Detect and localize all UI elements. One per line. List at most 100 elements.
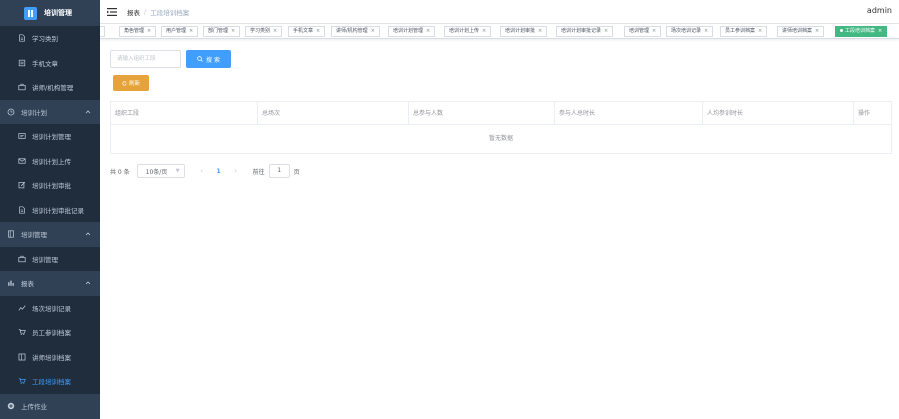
tab-9[interactable]: 培训计划审批 × [500, 26, 548, 37]
mail-icon [18, 157, 26, 165]
sidebar-item-12[interactable]: 员工参训档案 [0, 320, 100, 345]
sidebar-item-5[interactable]: 培训计划上传 [0, 148, 100, 173]
close-icon[interactable]: × [538, 28, 542, 34]
tags-view: 首页×角色管理×用户管理×部门管理×学习类别×手机文章×讲师/机构管理×培训计划… [100, 24, 899, 39]
sidebar-item-label: 员工参训档案 [32, 329, 71, 338]
tab-label: 工段培训档案 [845, 28, 876, 34]
goto-page-input[interactable]: 1 [268, 164, 290, 178]
tab-label: 部门管理 [208, 28, 229, 34]
close-icon[interactable]: × [231, 28, 235, 34]
app-root: 培训管理 学习类别 手机文章 讲师/机构管理 培训计划 培训计划管理 培训计划上传 培训计划… [0, 0, 899, 419]
doc-icon [18, 34, 26, 42]
sidebar-item-label: 场次培训记录 [32, 304, 71, 313]
sidebar-item-11[interactable]: 场次培训记录 [0, 295, 100, 320]
close-icon[interactable]: × [482, 28, 486, 34]
chevron-up-icon [85, 232, 91, 236]
tab-13[interactable]: 员工参训档案 × [720, 26, 768, 37]
refresh-button[interactable]: 刷新 [113, 75, 149, 91]
chevron-up-icon [85, 281, 91, 285]
page-size-select[interactable]: 10条/页 ▼ [136, 164, 185, 178]
briefcase-icon [18, 255, 26, 263]
column-header-section: 组织工段 [111, 102, 258, 125]
sidebar-item-label: 学习类别 [32, 35, 58, 44]
tab-10[interactable]: 培训计划审批记录 × [556, 26, 614, 37]
close-icon[interactable]: × [604, 28, 608, 34]
breadcrumb-separator: / [144, 7, 147, 16]
close-icon[interactable]: × [815, 28, 819, 34]
sidebar-item-group-15[interactable]: 上传作业 [0, 393, 100, 418]
close-icon[interactable]: × [426, 28, 430, 34]
tab-label: 培训计划审批 [505, 28, 536, 34]
refresh-button-label: 刷新 [128, 81, 140, 87]
cart-icon [18, 377, 26, 385]
hamburger-icon[interactable] [107, 7, 117, 16]
sidebar-menu: 学习类别手机文章讲师/机构管理培训计划 培训计划管理培训计划上传培训计划审批 培训计… [0, 26, 100, 418]
close-icon[interactable]: × [704, 28, 708, 34]
sidebar-item-label: 上传作业 [21, 402, 47, 411]
sidebar-item-14[interactable]: 工段培训档案 [0, 369, 100, 394]
next-page-icon[interactable]: › [229, 167, 243, 175]
edit-icon [18, 181, 26, 189]
close-icon[interactable]: × [147, 28, 151, 34]
sidebar-item-group-10[interactable]: 报表 [0, 271, 100, 296]
tab-2[interactable]: 用户管理 × [161, 26, 199, 37]
navbar: 报表 / 工段培训档案 admin [100, 0, 899, 24]
logo[interactable]: 培训管理 [0, 0, 100, 26]
search-button-label: 搜 索 [206, 56, 220, 64]
sidebar-item-group-8[interactable]: 培训管理 [0, 222, 100, 247]
sidebar-item-6[interactable]: 培训计划审批 [0, 173, 100, 198]
tab-6[interactable]: 讲师/机构管理 × [331, 26, 380, 37]
sidebar-item-9[interactable]: 培训管理 [0, 246, 100, 271]
user-menu[interactable]: admin [867, 6, 892, 15]
tab-0[interactable]: 首页× [100, 26, 106, 37]
tab-1[interactable]: 角色管理 × [119, 26, 157, 37]
sidebar-item-label: 讲师培训档案 [32, 353, 71, 362]
tab-7[interactable]: 培训计划管理 × [388, 26, 436, 37]
sidebar-item-13[interactable]: 讲师培训档案 [0, 344, 100, 369]
sidebar-item-label: 讲师/机构管理 [32, 84, 74, 93]
search-input[interactable] [110, 50, 181, 68]
sidebar-item-label: 报表 [21, 280, 34, 289]
close-icon[interactable]: × [316, 28, 320, 34]
clock-icon [7, 108, 15, 116]
sidebar-item-label: 培训计划上传 [32, 157, 71, 166]
close-icon[interactable]: × [273, 28, 277, 34]
tab-3[interactable]: 部门管理 × [203, 26, 241, 37]
tab-14[interactable]: 讲师培训档案 × [777, 26, 825, 37]
page-size-value: 10条/页 [145, 168, 168, 176]
column-header-total-sessions: 总场次 [258, 102, 409, 125]
tab-4[interactable]: 学习类别 × [245, 26, 283, 37]
sidebar-item-4[interactable]: 培训计划管理 [0, 124, 100, 149]
tab-11[interactable]: 培训管理 × [624, 26, 662, 37]
tab-label: 用户管理 [166, 28, 187, 34]
search-icon [197, 56, 203, 62]
sidebar-item-label: 培训管理 [21, 231, 47, 240]
prev-page-icon[interactable]: ‹ [195, 167, 209, 175]
chevron-up-icon [85, 109, 91, 113]
sidebar-item-1[interactable]: 手机文章 [0, 50, 100, 75]
close-icon[interactable]: × [878, 28, 882, 34]
column-header-total-participants: 总参与人数 [409, 102, 555, 125]
doc-icon [18, 206, 26, 214]
plus-circle-icon [7, 402, 15, 410]
sidebar-item-0[interactable]: 学习类别 [0, 26, 100, 51]
book-icon [7, 230, 15, 238]
close-icon[interactable]: × [189, 28, 193, 34]
close-icon[interactable]: × [758, 28, 762, 34]
tab-15[interactable]: 工段培训档案 × [835, 26, 888, 37]
tab-5[interactable]: 手机文章 × [288, 26, 326, 37]
tab-12[interactable]: 场次培训记录 × [666, 26, 714, 37]
sidebar-item-2[interactable]: 讲师/机构管理 [0, 75, 100, 100]
briefcase-icon [18, 83, 26, 91]
page-number[interactable]: 1 [212, 168, 226, 175]
close-icon[interactable]: × [371, 28, 375, 34]
close-icon[interactable]: × [652, 28, 656, 34]
sidebar-item-7[interactable]: 培训计划审批记录 [0, 197, 100, 222]
sidebar-item-group-3[interactable]: 培训计划 [0, 99, 100, 124]
tab-label: 培训管理 [629, 28, 650, 34]
search-button[interactable]: 搜 索 [186, 50, 231, 68]
chevron-down-icon: ▼ [175, 168, 180, 174]
breadcrumb-root[interactable]: 报表 [127, 7, 140, 17]
sidebar-item-label: 培训管理 [32, 255, 58, 264]
tab-8[interactable]: 培训计划上传 × [444, 26, 492, 37]
